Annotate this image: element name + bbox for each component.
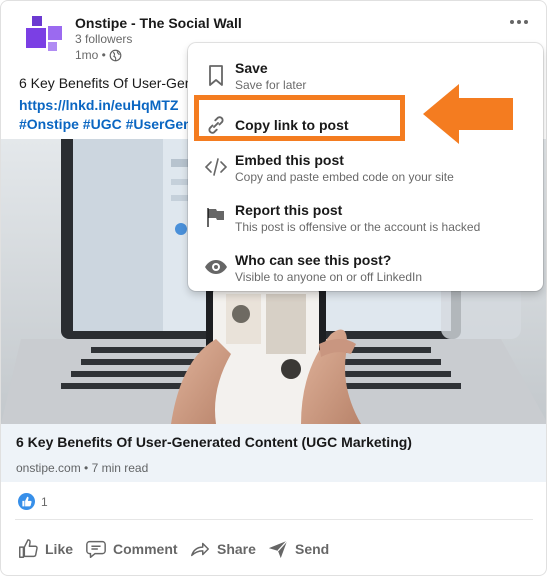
post-time: 1mo • (75, 48, 122, 62)
follower-count: 3 followers (75, 32, 133, 46)
like-reaction-icon (18, 493, 35, 510)
reaction-count: 1 (41, 494, 48, 509)
send-button[interactable]: Send (267, 531, 329, 567)
company-logo[interactable] (26, 16, 64, 54)
bookmark-icon (209, 65, 223, 86)
menu-item-visibility[interactable]: Who can see this post? Visible to anyone… (188, 243, 543, 291)
divider (15, 519, 533, 520)
menu-item-subtitle: This post is offensive or the account is… (235, 220, 481, 234)
more-options-button[interactable] (505, 11, 533, 33)
thumbs-up-icon (19, 539, 38, 558)
comment-label: Comment (113, 541, 178, 557)
menu-item-subtitle: Visible to anyone on or off LinkedIn (235, 270, 423, 284)
author-name[interactable]: Onstipe - The Social Wall (75, 15, 242, 31)
article-meta: onstipe.com • 7 min read (16, 461, 149, 475)
menu-item-embed[interactable]: Embed this post Copy and paste embed cod… (188, 143, 543, 191)
post-options-menu: Save Save for later Copy link to post Em… (188, 43, 543, 291)
share-button[interactable]: Share (189, 531, 256, 567)
article-title[interactable]: 6 Key Benefits Of User-Generated Content… (16, 434, 412, 450)
menu-item-title: Embed this post (235, 152, 344, 168)
share-label: Share (217, 541, 256, 557)
share-icon (191, 542, 209, 557)
send-label: Send (295, 541, 330, 557)
send-icon (268, 540, 288, 559)
reaction-summary[interactable]: 1 (18, 493, 48, 510)
comment-button[interactable]: Comment (85, 531, 178, 567)
menu-item-report[interactable]: Report this post This post is offensive … (188, 193, 543, 241)
post-hashtags[interactable]: #Onstipe #UGC #UserGenerated (19, 113, 209, 135)
menu-item-title: Report this post (235, 202, 343, 218)
arrow-annotation-icon (423, 84, 513, 144)
social-actions: Like Comment Share Send (1, 531, 546, 567)
globe-icon (109, 49, 122, 61)
menu-item-subtitle: Save for later (235, 78, 307, 92)
eye-icon (205, 260, 227, 274)
code-icon (204, 158, 228, 176)
menu-item-subtitle: Copy and paste embed code on your site (235, 170, 454, 184)
like-label: Like (45, 541, 74, 557)
highlight-box (194, 95, 405, 141)
menu-item-title: Save (235, 60, 268, 76)
comment-icon (86, 540, 106, 558)
like-button[interactable]: Like (17, 531, 73, 567)
post-age: 1mo • (75, 48, 106, 62)
flag-icon (207, 208, 224, 227)
menu-item-title: Who can see this post? (235, 252, 392, 268)
